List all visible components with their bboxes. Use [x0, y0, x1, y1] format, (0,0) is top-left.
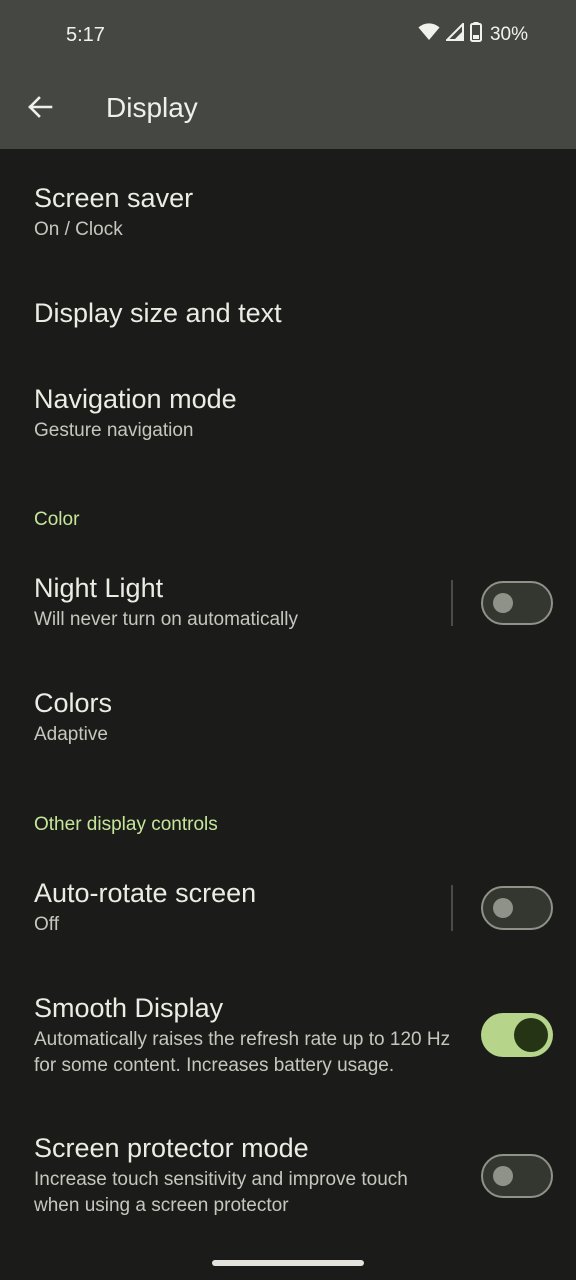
setting-display-size-and-text[interactable]: Display size and text [34, 296, 576, 330]
section-header-other-display-controls: Other display controls [34, 814, 218, 835]
smooth-display-switch[interactable] [481, 1013, 553, 1057]
item-title: Navigation mode [34, 384, 237, 414]
item-subtitle: Increase touch sensitivity and improve t… [34, 1169, 408, 1216]
section-header-color: Color [34, 509, 80, 530]
signal-icon [444, 21, 464, 46]
setting-navigation-mode[interactable]: Navigation mode Gesture navigation [34, 382, 576, 444]
item-title: Display size and text [34, 298, 282, 328]
switch-thumb [493, 593, 513, 613]
setting-screen-saver[interactable]: Screen saver On / Clock [34, 181, 576, 243]
item-subtitle: On / Clock [34, 219, 123, 240]
setting-night-light[interactable]: Night Light Will never turn on automatic… [34, 571, 436, 633]
item-subtitle: Gesture navigation [34, 420, 194, 441]
divider [451, 885, 453, 931]
setting-smooth-display[interactable]: Smooth Display Automatically raises the … [34, 991, 456, 1079]
divider [451, 580, 453, 626]
item-subtitle: Will never turn on automatically [34, 609, 298, 630]
setting-colors[interactable]: Colors Adaptive [34, 686, 576, 748]
auto-rotate-switch[interactable] [481, 886, 553, 930]
wifi-icon [418, 23, 440, 46]
battery-icon [469, 22, 482, 47]
item-subtitle: Off [34, 914, 59, 935]
item-subtitle: Automatically raises the refresh rate up… [34, 1029, 451, 1076]
item-title: Screen protector mode [34, 1133, 309, 1163]
item-title: Screen saver [34, 183, 194, 213]
top-app-bar: 5:17 30% Display [0, 0, 576, 149]
status-time: 5:17 [66, 24, 105, 46]
setting-auto-rotate-screen[interactable]: Auto-rotate screen Off [34, 876, 436, 938]
back-button[interactable] [20, 86, 60, 132]
item-subtitle: Adaptive [34, 724, 108, 745]
switch-thumb [493, 1166, 513, 1186]
gesture-navigation-handle[interactable] [212, 1260, 364, 1266]
setting-screen-protector-mode[interactable]: Screen protector mode Increase touch sen… [34, 1131, 446, 1219]
arrow-back-icon [27, 95, 53, 124]
item-title: Auto-rotate screen [34, 878, 257, 908]
screen-protector-switch[interactable] [481, 1154, 553, 1198]
switch-thumb [493, 898, 513, 918]
night-light-switch[interactable] [481, 581, 553, 625]
page-title: Display [106, 92, 198, 123]
status-icons: 30% [418, 21, 528, 47]
item-title: Colors [34, 688, 113, 718]
item-title: Smooth Display [34, 993, 224, 1023]
switch-thumb [514, 1018, 548, 1052]
battery-percent: 30% [489, 23, 528, 45]
item-title: Night Light [34, 573, 164, 603]
